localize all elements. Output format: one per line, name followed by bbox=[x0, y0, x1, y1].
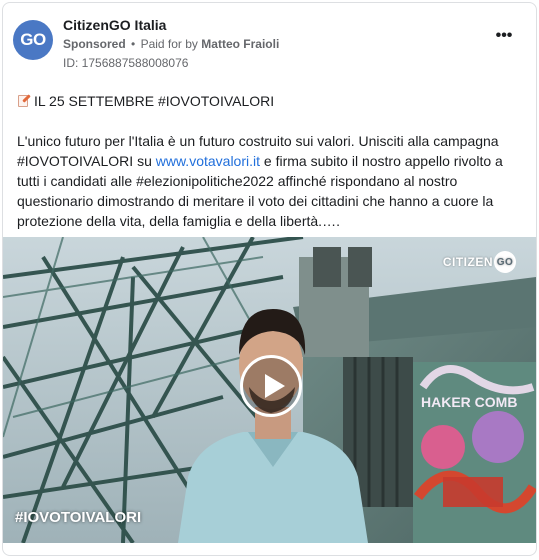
avatar-logo-text: GO bbox=[20, 30, 46, 49]
graffiti-text: HAKER COMB bbox=[421, 394, 517, 410]
page-avatar[interactable]: GO bbox=[13, 20, 53, 60]
play-button[interactable] bbox=[240, 355, 302, 417]
watermark-text: CITIZEN bbox=[442, 255, 493, 269]
video-hashtag-overlay: #IOVOTOIVALORI bbox=[15, 509, 142, 526]
memo-pencil-icon bbox=[17, 94, 31, 108]
sponsored-label: Sponsored bbox=[63, 37, 126, 51]
website-link[interactable]: www.votavalori.it bbox=[156, 153, 260, 169]
paid-for-label: Paid for by bbox=[140, 37, 198, 51]
post-body: L'unico futuro per l'Italia è un futuro … bbox=[17, 131, 529, 231]
ad-card: GO CitizenGO Italia Sponsored • Paid for… bbox=[2, 2, 537, 556]
play-icon bbox=[265, 374, 285, 398]
headline-text: IL 25 SETTEMBRE #IOVOTOIVALORI bbox=[34, 93, 275, 109]
post-header: GO CitizenGO Italia Sponsored • Paid for… bbox=[13, 15, 526, 75]
payer-name: Matteo Fraioli bbox=[201, 37, 280, 51]
citizengo-watermark: CITIZEN GO bbox=[443, 251, 516, 273]
video-player[interactable]: HAKER COMB CITIZEN GO #IOVOTOIVALORI bbox=[3, 237, 536, 543]
ad-id: ID: 1756887588008076 bbox=[63, 56, 189, 70]
sponsored-line: Sponsored • Paid for by Matteo Fraioli bbox=[63, 37, 279, 51]
watermark-go-badge: GO bbox=[494, 251, 516, 273]
separator-dot: • bbox=[131, 37, 136, 51]
more-options-icon[interactable]: ••• bbox=[492, 28, 516, 47]
page-name-link[interactable]: CitizenGO Italia bbox=[63, 17, 166, 33]
post-headline: IL 25 SETTEMBRE #IOVOTOIVALORI bbox=[17, 93, 274, 109]
